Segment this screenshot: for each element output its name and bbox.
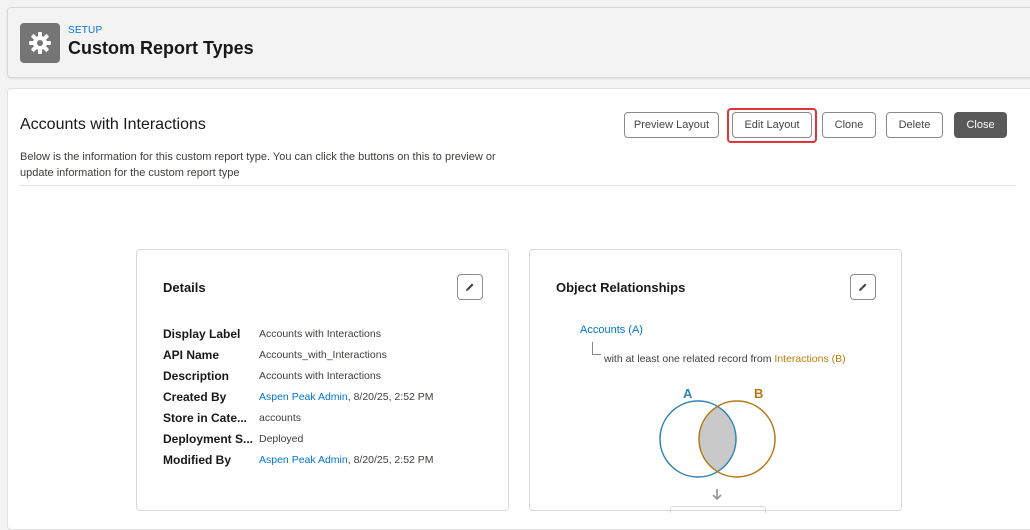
secondary-object-link[interactable]: Interactions (B): [774, 353, 845, 365]
created-by-link[interactable]: Aspen Peak Admin: [259, 391, 348, 403]
venn-diagram: A B: [659, 386, 776, 478]
relation-text: with at least one related record from: [604, 353, 775, 365]
details-card: Details Display Label Accounts with Inte…: [136, 249, 509, 511]
relation-line: with at least one related record from In…: [604, 353, 846, 365]
detail-row: Display Label Accounts with Interactions: [163, 326, 381, 342]
main-panel: Accounts with Interactions Below is the …: [7, 88, 1030, 530]
edit-layout-button[interactable]: Edit Layout: [732, 112, 812, 138]
detail-row: Modified By Aspen Peak Admin, 8/20/25, 2…: [163, 452, 434, 468]
divider: [20, 185, 1016, 186]
page-title: Custom Report Types: [68, 38, 254, 58]
venn-label-b: B: [754, 386, 763, 401]
detail-label: Description: [163, 369, 230, 383]
detail-value: Accounts_with_Interactions: [259, 349, 387, 361]
detail-value: Aspen Peak Admin, 8/20/25, 2:52 PM: [259, 454, 434, 466]
close-button[interactable]: Close: [954, 112, 1007, 138]
detail-row: Description Accounts with Interactions: [163, 368, 381, 384]
report-title: Accounts with Interactions: [20, 116, 206, 133]
delete-button[interactable]: Delete: [886, 112, 943, 138]
relationships-card: Object Relationships Accounts (A) with a…: [529, 249, 902, 513]
relationships-title: Object Relationships: [556, 280, 686, 295]
edit-details-button[interactable]: [457, 274, 483, 300]
edit-relationships-button[interactable]: [850, 274, 876, 300]
gear-icon: [20, 23, 60, 63]
primary-object-link[interactable]: Accounts (A): [580, 324, 643, 336]
detail-value: Deployed: [259, 433, 304, 445]
detail-label: Display Label: [163, 327, 241, 341]
page-header: SETUP Custom Report Types: [7, 7, 1030, 78]
detail-value: Aspen Peak Admin, 8/20/25, 2:52 PM: [259, 391, 434, 403]
detail-label: Deployment S...: [163, 432, 254, 446]
pencil-icon: [466, 283, 474, 291]
report-description: Below is the information for this custom…: [20, 151, 496, 179]
arrow-down-icon: [712, 489, 722, 501]
detail-value: Accounts with Interactions: [259, 328, 381, 340]
detail-label: API Name: [163, 348, 220, 362]
detail-row: Store in Cate... accounts: [163, 410, 301, 426]
detail-label: Created By: [163, 390, 227, 404]
preview-layout-button[interactable]: Preview Layout: [624, 112, 719, 138]
tree-connector: [592, 342, 601, 355]
detail-label: Store in Cate...: [163, 411, 248, 425]
pencil-icon: [859, 283, 867, 291]
next-section-stub: [670, 506, 766, 513]
clone-button[interactable]: Clone: [822, 112, 876, 138]
details-title: Details: [163, 280, 206, 295]
detail-value: Accounts with Interactions: [259, 370, 381, 382]
setup-label[interactable]: SETUP: [68, 25, 102, 36]
detail-label: Modified By: [163, 453, 231, 467]
detail-value: accounts: [259, 412, 302, 424]
detail-row: Deployment S... Deployed: [163, 431, 303, 447]
detail-row: Created By Aspen Peak Admin, 8/20/25, 2:…: [163, 389, 434, 405]
modified-by-link[interactable]: Aspen Peak Admin: [259, 454, 348, 466]
venn-label-a: A: [683, 386, 693, 401]
detail-row: API Name Accounts_with_Interactions: [163, 347, 387, 363]
